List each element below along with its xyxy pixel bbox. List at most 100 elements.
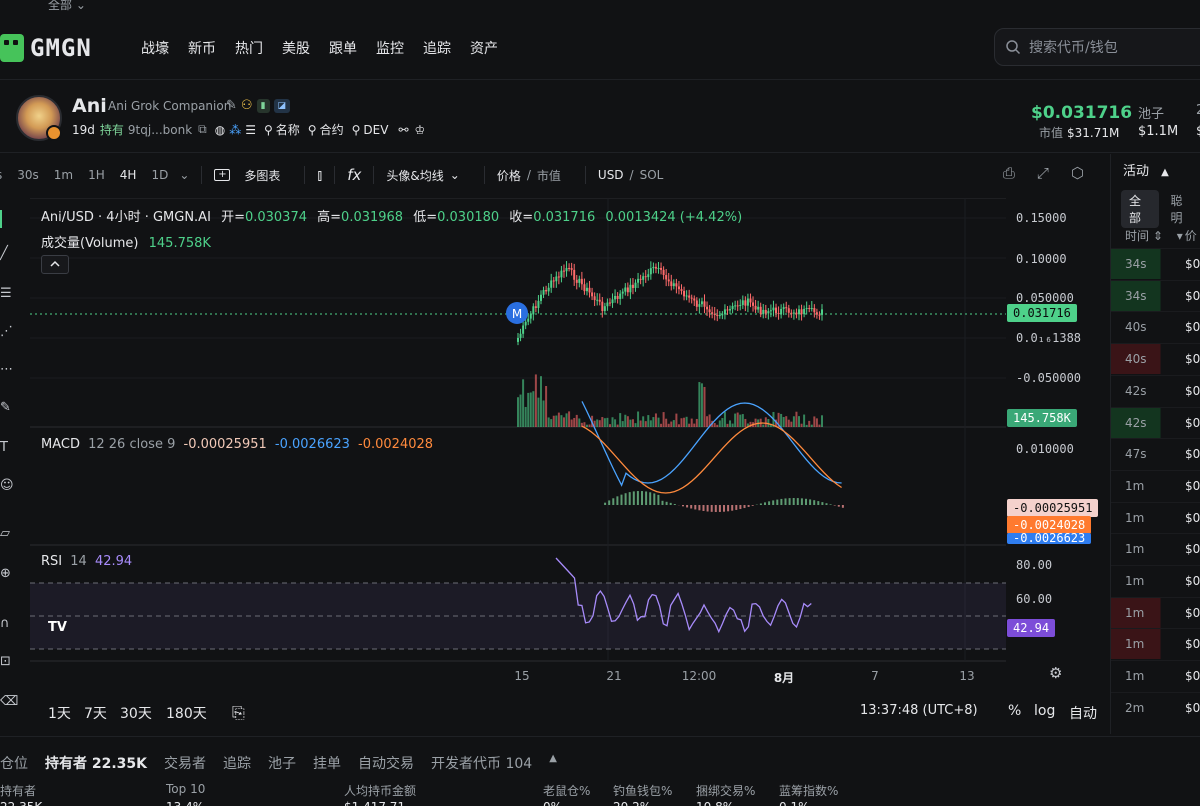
pattern-tool-icon[interactable]: ⋰ <box>0 324 16 340</box>
copy-icon[interactable]: ⧉ <box>198 122 207 137</box>
caret-up-icon[interactable]: ▲ <box>549 753 557 773</box>
timeframe-s[interactable]: s <box>0 168 2 182</box>
brush-tool-icon[interactable]: ✎ <box>0 400 16 416</box>
bottom-tab[interactable]: 池子 <box>268 753 296 773</box>
activity-row[interactable]: 1m $0. <box>1111 565 1200 596</box>
cluster-icon[interactable]: ⁂ <box>229 123 241 137</box>
chart-canvas[interactable]: M <box>30 198 1106 726</box>
bottom-tab[interactable]: 挂单 <box>313 753 341 773</box>
activity-row[interactable]: 42s $0. <box>1111 374 1200 406</box>
price-mcap-toggle[interactable]: 价格 / 市值 <box>497 167 561 184</box>
timeframe-1D[interactable]: 1D <box>151 168 168 182</box>
indicator-fx-icon[interactable]: fx <box>347 166 361 184</box>
activity-row[interactable]: 1m $0. <box>1111 596 1200 628</box>
bottom-tab[interactable]: 自动交易 <box>358 753 414 773</box>
candle-body <box>713 313 716 315</box>
tab-smart[interactable]: 聪明 <box>1163 190 1200 228</box>
timeframe-4H[interactable]: 4H <box>120 168 137 182</box>
emoji-tool-icon[interactable]: ☺ <box>0 478 16 494</box>
magnet-tool-icon[interactable]: ∩ <box>0 616 16 632</box>
ruler-tool-icon[interactable]: ▱ <box>0 526 16 542</box>
activity-row[interactable]: 1m $0. <box>1111 533 1200 564</box>
crosshair-tool-icon[interactable] <box>0 210 16 228</box>
bottom-tab[interactable]: 仓位 <box>0 753 28 773</box>
search-dev-action[interactable]: ⚲ DEV <box>352 123 389 137</box>
caret-up-icon[interactable]: ▲ <box>1161 167 1169 178</box>
activity-row[interactable]: 1m $0. <box>1111 660 1200 691</box>
log-scale-toggle[interactable]: log <box>1034 703 1055 719</box>
filter-dropdown[interactable]: 全部 ⌄ <box>48 0 86 13</box>
activity-row[interactable]: 34s $0. <box>1111 248 1200 279</box>
logo[interactable]: GMGN <box>0 34 92 62</box>
nav-item[interactable]: 美股 <box>282 38 310 58</box>
chevron-down-icon[interactable]: ⌄ <box>179 168 189 182</box>
pool-value: $1.1M <box>1138 124 1179 139</box>
timeframe-30s[interactable]: 30s <box>17 168 39 182</box>
candle-body <box>700 301 703 305</box>
x-tick: 21 <box>606 669 622 683</box>
activity-row[interactable]: 40s $0. <box>1111 343 1200 375</box>
nav-item[interactable]: 新币 <box>188 38 216 58</box>
range-1d[interactable]: 1天 <box>48 703 71 723</box>
trendline-tool-icon[interactable]: ╱ <box>0 246 16 262</box>
search-contract-action[interactable]: ⚲ 合约 <box>308 121 344 138</box>
percent-scale-toggle[interactable]: % <box>1008 703 1021 719</box>
activity-row[interactable]: 34s $0. <box>1111 279 1200 311</box>
share-icon[interactable]: ⚯ <box>398 123 408 137</box>
timeframe-1H[interactable]: 1H <box>88 168 105 182</box>
nav-item[interactable]: 跟单 <box>329 38 357 58</box>
collapse-legend-button[interactable] <box>41 255 69 274</box>
menu-circle-icon[interactable]: ☰ <box>245 123 256 137</box>
nav-item[interactable]: 战壕 <box>141 38 169 58</box>
nav-item[interactable]: 资产 <box>470 38 498 58</box>
auto-scale-toggle[interactable]: 自动 <box>1069 703 1097 723</box>
range-180d[interactable]: 180天 <box>166 703 207 723</box>
tab-all[interactable]: 全部 <box>1121 190 1159 228</box>
timeframe-1m[interactable]: 1m <box>54 168 73 182</box>
text-tool-icon[interactable]: T <box>0 440 16 456</box>
settings-icon[interactable]: ⬡ <box>1071 164 1084 182</box>
candle-body <box>614 295 617 300</box>
fullscreen-icon[interactable]: ⤢ <box>1037 164 1049 182</box>
candle-type-icon[interactable]: ⫾ <box>317 166 322 184</box>
crown-icon[interactable]: ♔ <box>415 123 426 137</box>
multi-chart-button[interactable]: + 多图表 <box>214 167 280 184</box>
range-30d[interactable]: 30天 <box>120 703 152 723</box>
range-7d[interactable]: 7天 <box>84 703 107 723</box>
activity-row[interactable]: 1m $0. <box>1111 469 1200 501</box>
price-chart[interactable]: M Ani/USD · 4小时 · GMGN.AI 开=0.030374 高=0… <box>30 198 1106 726</box>
nav-item[interactable]: 追踪 <box>423 38 451 58</box>
candle-body <box>685 295 688 297</box>
bottom-tab[interactable]: 持有者 22.35K <box>45 753 147 773</box>
filter-icon[interactable]: ▾ <box>1177 229 1183 243</box>
bottom-tab[interactable]: 追踪 <box>223 753 251 773</box>
volume-bar <box>644 421 647 427</box>
search-name-action[interactable]: ⚲ 名称 <box>264 121 300 138</box>
search-box[interactable]: 搜索代币/钱包 <box>994 28 1200 66</box>
activity-row[interactable]: 1m $0. <box>1111 628 1200 660</box>
sort-icon[interactable]: ⇕ <box>1153 229 1163 243</box>
camera-icon[interactable]: ⎙ <box>1003 164 1015 182</box>
axis-settings-icon[interactable]: ⚙ <box>1049 664 1062 682</box>
zoom-tool-icon[interactable]: ⊕ <box>0 566 16 582</box>
token-avatar[interactable] <box>16 95 62 141</box>
activity-row[interactable]: 47s $0. <box>1111 438 1200 469</box>
nav-item[interactable]: 热门 <box>235 38 263 58</box>
globe-icon[interactable]: ◍ <box>215 123 225 137</box>
indicator-mode-dropdown[interactable]: 头像&均线 ⌄ <box>386 167 459 184</box>
lock-tool-icon[interactable]: ⊡ <box>0 654 16 670</box>
people-icon[interactable]: ⚇ <box>241 98 253 113</box>
activity-row[interactable]: 42s $0. <box>1111 406 1200 438</box>
activity-row[interactable]: 40s $0. <box>1111 311 1200 342</box>
col-time[interactable]: 时间 <box>1125 229 1149 243</box>
date-range-icon[interactable]: ⎘ <box>232 703 245 723</box>
activity-row[interactable]: 2m $0. <box>1111 691 1200 723</box>
edit-icon[interactable]: ✎ <box>226 98 237 113</box>
fib-tool-icon[interactable]: ☰ <box>0 286 16 302</box>
prediction-tool-icon[interactable]: ⋯ <box>0 362 16 378</box>
nav-item[interactable]: 监控 <box>376 38 404 58</box>
bottom-tab[interactable]: 开发者代币 104 <box>431 753 532 773</box>
currency-toggle[interactable]: USD / SOL <box>598 168 663 182</box>
bottom-tab[interactable]: 交易者 <box>164 753 206 773</box>
activity-row[interactable]: 1m $0. <box>1111 501 1200 533</box>
